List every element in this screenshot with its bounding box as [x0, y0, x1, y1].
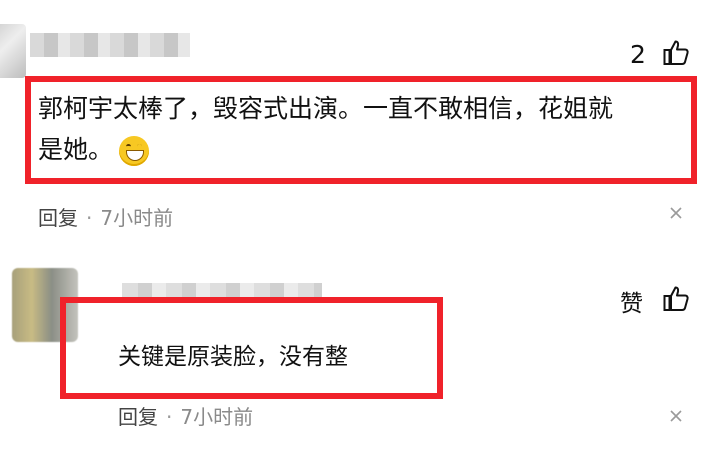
- reply-button[interactable]: 回复: [38, 206, 78, 230]
- timestamp: 7小时前: [180, 405, 254, 429]
- thumbs-up-icon[interactable]: [662, 284, 690, 312]
- close-icon[interactable]: [668, 202, 684, 226]
- like-label: 赞: [620, 291, 643, 317]
- comment-footer: 回复 · 7小时前: [38, 202, 173, 231]
- reply-button[interactable]: 回复: [118, 405, 158, 429]
- thumbs-up-icon[interactable]: [662, 38, 690, 66]
- highlight-box: [25, 76, 697, 184]
- comment-footer: 回复 · 7小时前: [118, 401, 253, 430]
- highlight-box: [60, 297, 443, 399]
- avatar[interactable]: [0, 24, 26, 78]
- separator: ·: [86, 206, 93, 230]
- timestamp: 7小时前: [100, 206, 174, 230]
- separator: ·: [166, 405, 173, 429]
- like-count: 2: [630, 40, 646, 69]
- username-blurred[interactable]: [30, 33, 190, 57]
- close-icon[interactable]: [668, 405, 684, 429]
